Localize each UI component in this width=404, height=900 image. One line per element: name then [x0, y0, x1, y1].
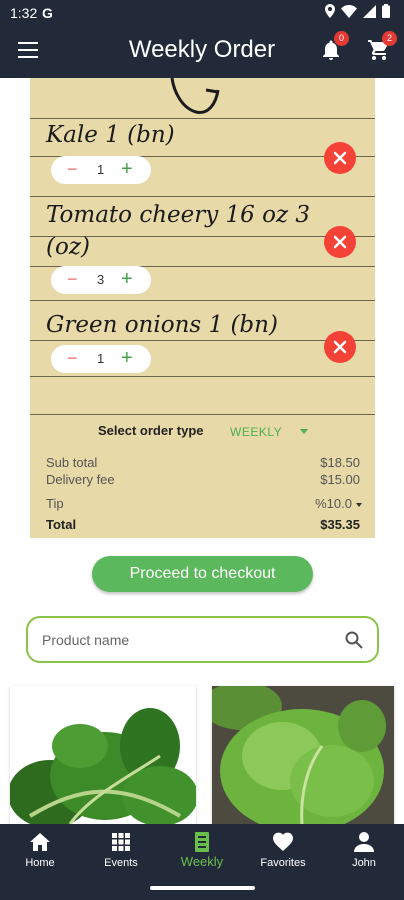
signal-icon [363, 4, 376, 18]
nav-item-home[interactable]: Home [0, 824, 80, 878]
kale-image [10, 686, 196, 824]
remove-item-button[interactable] [324, 142, 356, 174]
chevron-down-icon [356, 502, 362, 507]
increase-button[interactable]: + [121, 158, 133, 181]
close-icon [333, 151, 347, 165]
bottom-navigation: Home Events Weekly Favorites John [0, 824, 404, 878]
order-type-dropdown[interactable]: WEEKLY [230, 425, 282, 439]
paper-clip-icon [170, 78, 220, 114]
product-card[interactable] [10, 686, 196, 824]
tip-dropdown[interactable]: %10.0 [315, 496, 362, 511]
decrease-button[interactable]: − [67, 159, 78, 180]
status-time: 1:32 [10, 5, 38, 21]
quantity-stepper: − 1 + [51, 156, 151, 184]
nav-label: Favorites [260, 857, 306, 869]
quantity-value: 1 [97, 351, 105, 366]
gesture-bar [0, 878, 404, 900]
nav-item-events[interactable]: Events [81, 824, 161, 878]
cart-badge: 2 [382, 31, 397, 46]
search-input[interactable] [42, 630, 332, 650]
lettuce-image [212, 686, 394, 824]
cart-button[interactable]: 2 [368, 31, 397, 65]
subtotal-label: Sub total [46, 455, 98, 470]
proceed-to-checkout-button[interactable]: Proceed to checkout [92, 556, 313, 592]
status-bar: 1:32 G [0, 0, 404, 26]
order-item-name: Green onions 1 (bn) [46, 312, 278, 338]
increase-button[interactable]: + [121, 268, 133, 291]
wifi-icon [341, 4, 357, 18]
order-item-name-unit: (oz) [46, 234, 90, 260]
close-icon [333, 235, 347, 249]
quantity-stepper: − 1 + [51, 345, 151, 373]
total-label: Total [46, 517, 77, 532]
tip-label: Tip [46, 496, 64, 511]
grid-icon [112, 833, 130, 851]
battery-icon [382, 4, 390, 18]
person-icon [354, 832, 374, 852]
delivery-fee-value: $15.00 [320, 472, 360, 487]
close-icon [333, 340, 347, 354]
delivery-fee-label: Delivery fee [46, 472, 115, 487]
nav-label: John [352, 857, 376, 869]
heart-icon [273, 832, 293, 851]
home-indicator[interactable] [150, 886, 255, 890]
quantity-value: 1 [97, 162, 105, 177]
decrease-button[interactable]: − [67, 348, 78, 369]
remove-item-button[interactable] [324, 226, 356, 258]
google-icon: G [42, 5, 53, 21]
search-icon[interactable] [345, 631, 363, 649]
location-icon [325, 4, 335, 18]
order-type-label: Select order type [98, 423, 204, 438]
remove-item-button[interactable] [324, 331, 356, 363]
product-card[interactable] [212, 686, 394, 824]
order-item-name: Tomato cheery 16 oz 3 [46, 202, 311, 228]
nav-label: Home [25, 857, 55, 869]
quantity-value: 3 [97, 272, 105, 287]
app-bar: Weekly Order 0 2 [0, 26, 404, 78]
document-icon [195, 832, 209, 852]
nav-label: Weekly [180, 854, 224, 869]
notifications-button[interactable]: 0 [322, 31, 349, 65]
nav-item-profile[interactable]: John [324, 824, 404, 878]
nav-item-weekly[interactable]: Weekly [162, 824, 242, 878]
quantity-stepper: − 3 + [51, 266, 151, 294]
product-search [26, 616, 379, 663]
home-icon [30, 833, 50, 851]
nav-item-favorites[interactable]: Favorites [243, 824, 323, 878]
subtotal-value: $18.50 [320, 455, 360, 470]
decrease-button[interactable]: − [67, 269, 78, 290]
nav-label: Events [104, 857, 138, 869]
tip-value: %10.0 [315, 496, 352, 511]
increase-button[interactable]: + [121, 347, 133, 370]
total-value: $35.35 [320, 517, 360, 532]
notification-badge: 0 [334, 31, 349, 46]
order-item-name: Kale 1 (bn) [46, 122, 175, 148]
chevron-down-icon[interactable] [300, 429, 308, 434]
